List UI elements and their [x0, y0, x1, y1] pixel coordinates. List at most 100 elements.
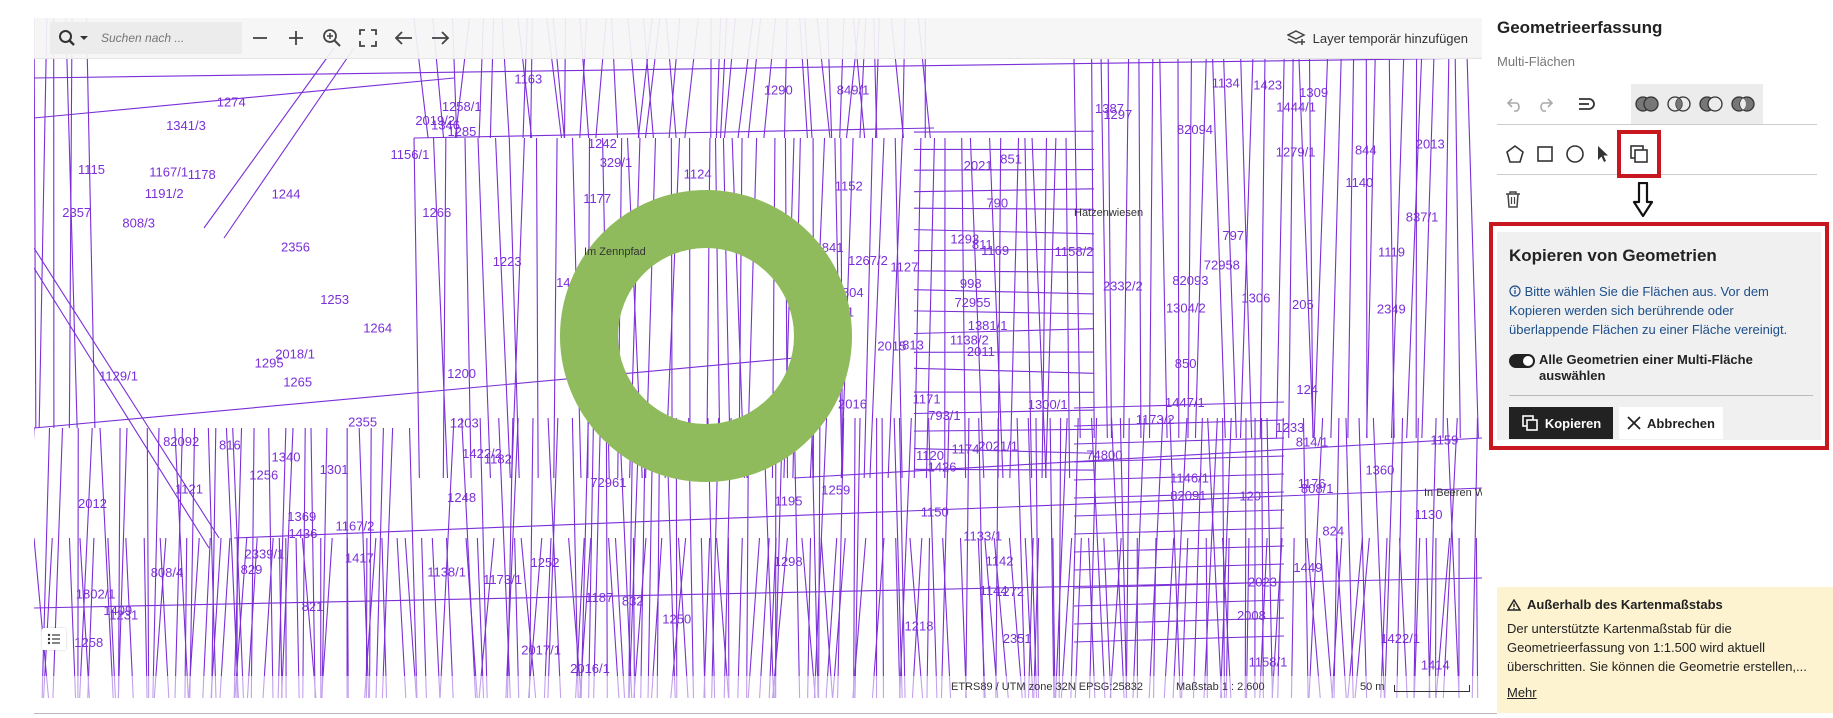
parcel-boundary: [1335, 537, 1347, 698]
parcel-label: 1387: [1095, 101, 1124, 116]
parcel-label: 1218: [905, 618, 934, 633]
place-label: In Beeren Wingertsfeld: [1424, 487, 1482, 499]
union-button[interactable]: [1633, 90, 1661, 118]
parcel-boundary: [1109, 537, 1122, 698]
difference-icon: [1699, 96, 1723, 112]
parcel-boundary: [965, 417, 970, 698]
parcel-label: 1300/1: [1028, 397, 1068, 412]
plus-icon: [289, 31, 303, 45]
legend-button[interactable]: [42, 628, 66, 650]
parcel-boundary: [1406, 57, 1423, 439]
parcel-label: 1414: [1421, 657, 1450, 672]
parcel-label: 1306: [1241, 290, 1270, 305]
select-button[interactable]: [1589, 140, 1617, 168]
cancel-button[interactable]: Abbrechen: [1619, 407, 1723, 439]
select-all-toggle[interactable]: [1509, 354, 1535, 368]
parcel-label: 1264: [363, 321, 392, 336]
parcel-label: 1156/1: [391, 147, 430, 162]
parcel-label: 1191/2: [145, 186, 184, 201]
search-icon[interactable]: [58, 29, 76, 47]
parcel-boundary: [381, 427, 394, 698]
parcel-boundary: [1103, 537, 1112, 698]
parcel-boundary: [34, 18, 37, 429]
parcel-boundary: [832, 537, 846, 698]
search-box[interactable]: [50, 22, 242, 54]
parcel-boundary: [715, 537, 730, 698]
parcel-boundary: [1425, 537, 1431, 698]
parcel-boundary: [1275, 57, 1285, 439]
parcel-label: 844: [1355, 142, 1377, 157]
draw-rectangle-button[interactable]: [1531, 140, 1559, 168]
parcel-label: 2016/1: [570, 661, 610, 676]
parcel-boundary: [1163, 537, 1175, 698]
parcel-boundary: [99, 427, 114, 698]
parcel-label: 1256: [249, 468, 278, 483]
parcel-boundary: [174, 427, 189, 698]
parcel-label: 1152: [835, 179, 863, 194]
map-status-bar: ETRS89 / UTM zone 32N EPSG:25832 Maßstab…: [34, 676, 1482, 698]
search-input[interactable]: [99, 30, 223, 46]
parcel-label: 824: [1322, 524, 1344, 539]
copy-button[interactable]: Kopieren: [1509, 407, 1613, 439]
parcel-boundary: [146, 427, 150, 698]
zoom-in-button[interactable]: [284, 26, 308, 50]
parcel-boundary: [219, 537, 231, 698]
parcel-boundary: [1074, 537, 1082, 698]
scale-warning: Außerhalb des Kartenmaßstabs Der unterst…: [1497, 587, 1833, 713]
parcel-label: 1173/2: [1136, 412, 1175, 427]
forward-button[interactable]: [428, 26, 452, 50]
parcel-label: 72961: [590, 475, 626, 490]
split-icon: [1579, 98, 1595, 110]
intersect-button[interactable]: [1665, 90, 1693, 118]
warning-more-link[interactable]: Mehr: [1507, 685, 1537, 700]
parcel-label: 1124: [684, 166, 712, 181]
warning-icon: [1507, 598, 1521, 611]
parcel-label: 2021: [964, 158, 993, 173]
parcel-boundary: [1259, 57, 1266, 439]
split-button[interactable]: [1573, 90, 1601, 118]
place-label: Hatzenwiesen: [1074, 207, 1143, 219]
draw-polygon-button[interactable]: [1501, 140, 1529, 168]
parcel-boundary: [1454, 57, 1461, 439]
parcel-boundary: [143, 537, 148, 698]
copy-dialog-highlight: Kopieren von Geometrien Bitte wählen Sie…: [1489, 222, 1829, 450]
chevron-down-icon[interactable]: [79, 33, 89, 43]
parcel-boundary: [1396, 417, 1404, 698]
delete-button[interactable]: [1503, 188, 1523, 210]
parcel-label: 793/1: [928, 408, 961, 423]
map-canvas[interactable]: 72955 72958 72961 82091 82092 82093 82094 74800…: [34, 18, 1482, 698]
minus-icon: [253, 37, 267, 39]
draw-circle-button[interactable]: [1561, 140, 1589, 168]
difference-button[interactable]: [1697, 90, 1725, 118]
layer-add-button[interactable]: Layer temporär hinzufügen: [1286, 26, 1468, 50]
parcel-label: 1436: [288, 526, 317, 541]
parcel-boundary: [1288, 57, 1294, 439]
parcel-layer: 72955 72958 72961 82091 82092 82093 82094 74800…: [34, 18, 1482, 698]
undo-button[interactable]: [1501, 90, 1529, 118]
parcel-boundary: [1366, 57, 1376, 439]
copy-dialog-divider: [1509, 395, 1813, 396]
parcel-boundary: [837, 417, 845, 698]
parcel-label: 1290: [764, 83, 793, 98]
parcel-boundary: [811, 417, 819, 698]
parcel-label: 2017/1: [521, 643, 561, 658]
parcel-boundary: [495, 137, 511, 479]
zoom-out-button[interactable]: [248, 26, 272, 50]
parcel-label: 1203: [450, 416, 479, 431]
edit-toolbar: [1497, 84, 1817, 125]
xor-button[interactable]: [1729, 90, 1757, 118]
parcel-boundary: [593, 417, 602, 698]
parcel-boundary: [925, 137, 936, 479]
zoom-selection-button[interactable]: [320, 26, 344, 50]
parcel-boundary: [825, 537, 838, 698]
parcel-label: 998: [960, 276, 982, 291]
redo-button[interactable]: [1531, 90, 1559, 118]
parcel-label: 1423: [1253, 78, 1282, 93]
parcel-boundary: [1302, 417, 1309, 698]
back-button[interactable]: [392, 26, 416, 50]
fullscreen-button[interactable]: [356, 26, 380, 50]
fullscreen-icon: [359, 29, 377, 47]
parcel-boundary: [68, 537, 77, 698]
parcel-label: 813: [902, 338, 924, 353]
parcel-boundary: [1138, 57, 1142, 439]
